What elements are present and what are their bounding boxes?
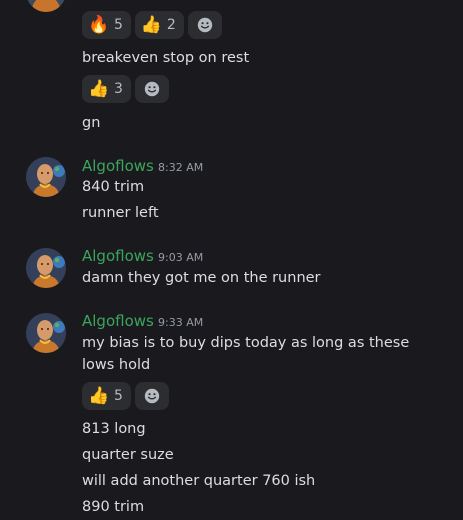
message-text: runner left [82, 205, 159, 221]
message-text: my bias is to buy dips today as long as … [82, 335, 410, 373]
username[interactable]: Algoflows [82, 312, 154, 330]
timestamp: 9:33 AM [158, 316, 204, 329]
avatar[interactable] [26, 313, 66, 353]
reaction-bar: 👍 3 [82, 75, 169, 103]
add-reaction-button[interactable] [134, 382, 169, 410]
avatar[interactable] [26, 0, 66, 12]
reaction-count: 5 [114, 388, 123, 404]
thumbs-up-emoji-icon: 👍 [140, 14, 163, 35]
chat-messages: 🔥 5 👍 2 breakeven stop on rest 👍 3 gn Al… [0, 0, 463, 520]
message-text: damn they got me on the runner [82, 270, 321, 286]
add-reaction-button[interactable] [134, 75, 169, 103]
reaction-bar: 👍 5 [82, 382, 169, 410]
username[interactable]: Algoflows [82, 157, 154, 175]
reaction-count: 5 [114, 17, 123, 33]
thumbs-up-emoji-icon: 👍 [88, 385, 110, 406]
reaction-thumbs-up[interactable]: 👍 5 [82, 382, 131, 410]
fire-emoji-icon: 🔥 [88, 14, 110, 35]
reaction-thumbs-up[interactable]: 👍 3 [82, 75, 131, 103]
message-text: will add another quarter 760 ish [82, 473, 316, 489]
smiley-add-reaction-icon [144, 388, 160, 404]
reaction-fire[interactable]: 🔥 5 [82, 11, 131, 39]
timestamp: 8:32 AM [158, 161, 204, 174]
username[interactable]: Algoflows [82, 247, 154, 265]
message-text: 813 long [82, 421, 146, 437]
add-reaction-button[interactable] [187, 11, 222, 39]
message-text: gn [82, 115, 101, 131]
smiley-add-reaction-icon [144, 81, 160, 97]
message-text: 890 trim [82, 499, 145, 515]
timestamp: 9:03 AM [158, 251, 204, 264]
message-text: breakeven stop on rest [82, 50, 250, 66]
avatar[interactable] [26, 157, 66, 197]
reaction-thumbs-up[interactable]: 👍 2 [134, 11, 184, 39]
message-text: 840 trim [82, 179, 145, 195]
message-text: quarter suze [82, 447, 174, 463]
reaction-count: 3 [114, 81, 123, 97]
thumbs-up-emoji-icon: 👍 [88, 78, 110, 99]
avatar[interactable] [26, 248, 66, 288]
smiley-add-reaction-icon [197, 17, 213, 33]
reaction-bar: 🔥 5 👍 2 [82, 11, 222, 39]
reaction-count: 2 [166, 17, 176, 33]
